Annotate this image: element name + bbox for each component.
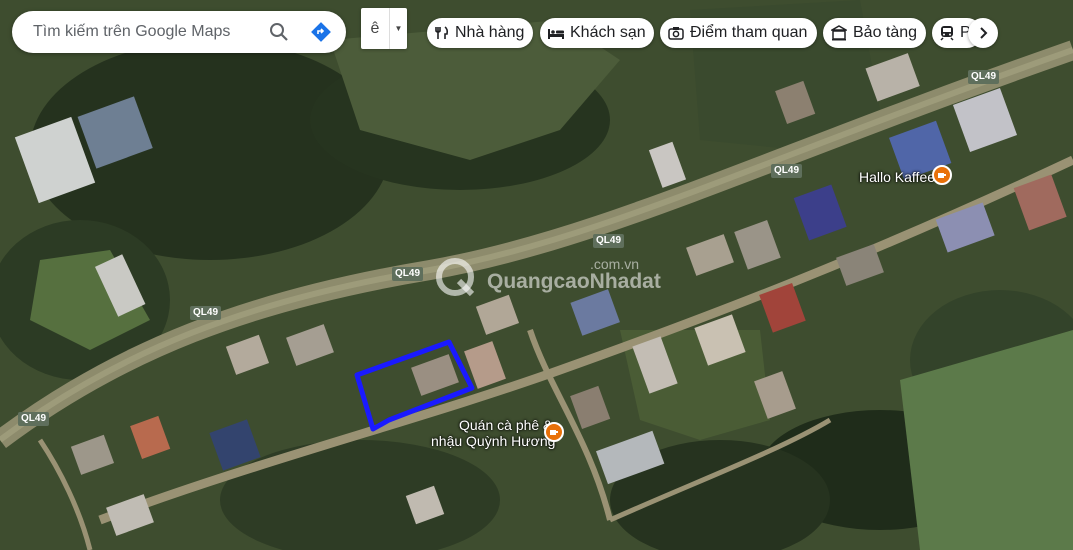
watermark-text: QuangcaoNhadat: [487, 270, 661, 293]
chip-restaurants[interactable]: Nhà hàng: [427, 18, 533, 48]
watermark-logo-icon: [436, 258, 475, 297]
chip-attractions[interactable]: Điểm tham quan: [660, 18, 817, 48]
directions-icon[interactable]: [300, 11, 342, 53]
cafe-pin-icon[interactable]: [932, 165, 952, 185]
camera-icon: [668, 25, 684, 41]
chip-label: Điểm tham quan: [690, 24, 808, 41]
search-box[interactable]: Tìm kiếm trên Google Maps: [12, 11, 346, 53]
chevron-right-icon[interactable]: [968, 18, 998, 48]
museum-icon: [831, 25, 847, 41]
search-icon[interactable]: [258, 11, 300, 53]
road-label: QL49: [190, 306, 222, 320]
poi-label-hallo-kaffee[interactable]: Hallo Kaffee: [859, 169, 935, 185]
road-label: QL49: [593, 234, 625, 248]
road-label: QL49: [18, 412, 50, 426]
cafe-pin-icon[interactable]: [544, 422, 564, 442]
road-label: QL49: [392, 267, 424, 281]
chevron-down-icon[interactable]: ▼: [390, 24, 407, 33]
input-method-selector[interactable]: ê ▼: [361, 8, 407, 49]
chip-label: Nhà hàng: [455, 24, 525, 41]
ime-char: ê: [370, 19, 380, 37]
fork-knife-icon: [435, 25, 449, 41]
search-input[interactable]: Tìm kiếm trên Google Maps: [12, 23, 258, 41]
road-label: QL49: [968, 70, 1000, 84]
chip-label: Bảo tàng: [853, 24, 918, 41]
road-label: QL49: [771, 164, 803, 178]
chip-hotels[interactable]: Khách sạn: [540, 18, 654, 48]
bed-icon: [548, 25, 564, 41]
poi-label-quynh-huong-line1[interactable]: Quán cà phê &: [459, 417, 552, 433]
poi-label-quynh-huong-line2[interactable]: nhậu Quỳnh Hương: [431, 433, 555, 449]
chip-museums[interactable]: Bảo tàng: [823, 18, 926, 48]
chip-label: Khách sạn: [570, 24, 646, 41]
train-icon: [940, 25, 954, 41]
